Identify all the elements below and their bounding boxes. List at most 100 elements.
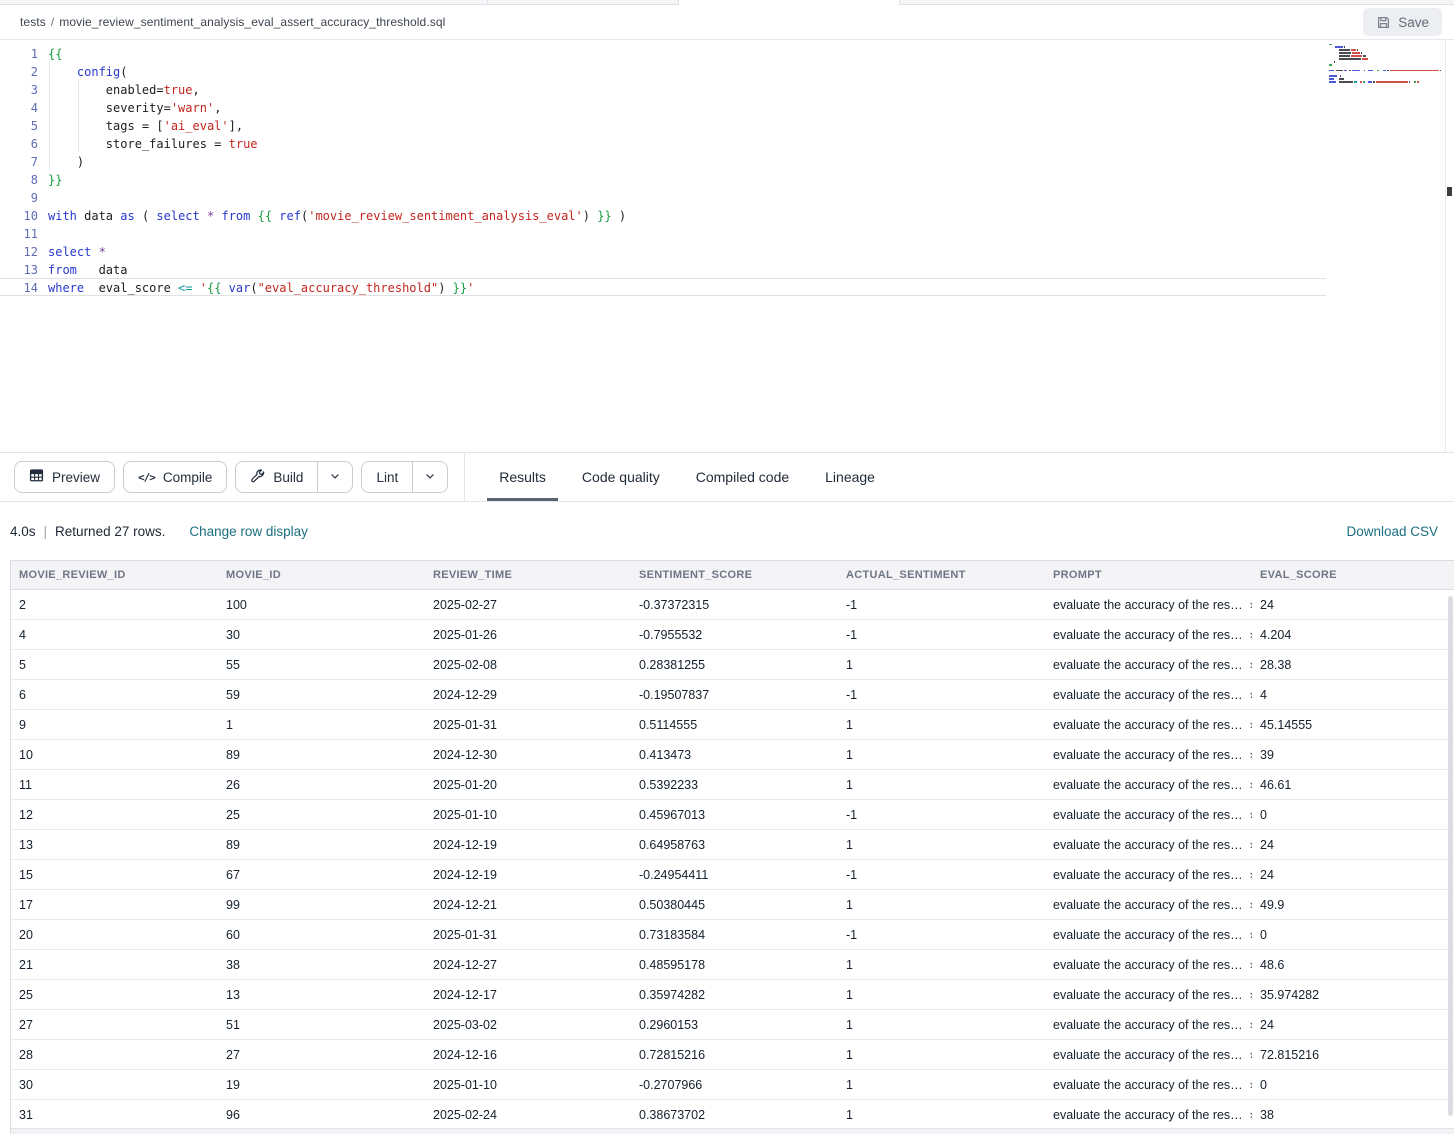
table-cell: 11 — [11, 770, 218, 799]
code-editor[interactable]: 1{{2 config(3 enabled=true,4 severity='w… — [0, 40, 1454, 452]
table-cell: 0.5392233 — [631, 770, 838, 799]
code-token: enabled= — [48, 83, 164, 97]
code-token: , — [214, 101, 221, 115]
prompt-cell: evaluate the accuracy of the res…› — [1045, 890, 1252, 919]
results-vertical-scrollbar[interactable] — [1448, 596, 1453, 1116]
code-line[interactable]: 13from data — [0, 260, 1326, 278]
build-button[interactable]: Build — [236, 462, 317, 492]
table-row: 912025-01-310.51145551evaluate the accur… — [11, 710, 1454, 740]
prompt-text: evaluate the accuracy of the res… — [1053, 748, 1243, 762]
save-button-label: Save — [1398, 15, 1429, 30]
table-cell: 38 — [1252, 1100, 1454, 1129]
build-dropdown-button[interactable] — [317, 462, 352, 492]
table-cell: 25 — [218, 800, 425, 829]
table-cell: 2025-01-10 — [425, 1070, 631, 1099]
code-token — [200, 209, 207, 223]
prompt-text: evaluate the accuracy of the res… — [1053, 778, 1243, 792]
table-cell: -1 — [838, 800, 1045, 829]
table-cell: 1 — [838, 830, 1045, 859]
code-brackets-icon: </> — [138, 471, 155, 484]
line-number: 13 — [0, 261, 38, 279]
save-button[interactable]: Save — [1363, 8, 1442, 36]
table-cell: 2024-12-21 — [425, 890, 631, 919]
results-horizontal-scrollbar[interactable] — [11, 1128, 1454, 1134]
editor-scrollbar-thumb[interactable] — [1447, 187, 1452, 196]
code-token: var — [229, 281, 251, 295]
prompt-text: evaluate the accuracy of the res… — [1053, 1048, 1243, 1062]
line-number: 10 — [0, 207, 38, 225]
code-line[interactable]: 8}} — [0, 170, 1326, 188]
code-line[interactable]: 1{{ — [0, 44, 1326, 62]
lint-button[interactable]: Lint — [362, 462, 412, 492]
table-cell: 72.815216 — [1252, 1040, 1454, 1069]
lint-split-button: Lint — [361, 461, 448, 493]
line-number: 4 — [0, 99, 38, 117]
code-token: select — [156, 209, 199, 223]
tab-label: Code quality — [582, 469, 660, 485]
code-token: "eval_accuracy_threshold" — [258, 281, 439, 295]
tab-compiled-code[interactable]: Compiled code — [678, 453, 807, 501]
code-line[interactable]: 7 ) — [0, 152, 1326, 170]
code-line[interactable]: 4 severity='warn', — [0, 98, 1326, 116]
lint-dropdown-button[interactable] — [412, 462, 447, 492]
code-token: tags = [ — [48, 119, 164, 133]
code-token: from — [221, 209, 250, 223]
table-cell: 27 — [11, 1010, 218, 1039]
table-row: 12252025-01-100.45967013-1evaluate the a… — [11, 800, 1454, 830]
code-token: , — [193, 83, 200, 97]
table-cell: 19 — [218, 1070, 425, 1099]
compile-button[interactable]: </> Compile — [123, 461, 227, 493]
status-separator: | — [44, 524, 48, 539]
code-line[interactable]: 3 enabled=true, — [0, 80, 1326, 98]
table-row: 28272024-12-160.728152161evaluate the ac… — [11, 1040, 1454, 1070]
tab-label: Lineage — [825, 469, 875, 485]
code-line[interactable]: 9 — [0, 188, 1326, 206]
code-line[interactable]: 14where eval_score <= '{{ var("eval_accu… — [0, 278, 1326, 296]
table-cell: 31 — [11, 1100, 218, 1129]
prompt-text: evaluate the accuracy of the res… — [1053, 718, 1243, 732]
line-number: 8 — [0, 171, 38, 189]
table-cell: 100 — [218, 590, 425, 619]
code-line[interactable]: 2 config( — [0, 62, 1326, 80]
download-csv-link[interactable]: Download CSV — [1346, 524, 1444, 539]
code-line[interactable]: 5 tags = ['ai_eval'], — [0, 116, 1326, 134]
table-row: 17992024-12-210.503804451evaluate the ac… — [11, 890, 1454, 920]
code-line[interactable]: 11 — [0, 224, 1326, 242]
table-row: 10892024-12-300.4134731evaluate the accu… — [11, 740, 1454, 770]
code-lines[interactable]: 1{{2 config(3 enabled=true,4 severity='w… — [0, 44, 1326, 296]
tab-lineage[interactable]: Lineage — [807, 453, 893, 501]
table-cell: 5 — [11, 650, 218, 679]
table-cell: 0.38673702 — [631, 1100, 838, 1129]
code-line[interactable]: 10with data as ( select * from {{ ref('m… — [0, 206, 1326, 224]
table-cell: 2025-03-02 — [425, 1010, 631, 1039]
table-cell: -1 — [838, 620, 1045, 649]
code-line[interactable]: 6 store_failures = true — [0, 134, 1326, 152]
code-line[interactable]: 12select * — [0, 242, 1326, 260]
table-cell: 28.38 — [1252, 650, 1454, 679]
chevron-down-icon — [329, 470, 341, 485]
breadcrumb-folder[interactable]: tests — [20, 15, 46, 29]
prompt-cell: evaluate the accuracy of the res…› — [1045, 860, 1252, 889]
line-number: 1 — [0, 45, 38, 63]
table-cell: 2025-02-24 — [425, 1100, 631, 1129]
results-tabs: Results Code quality Compiled code Linea… — [481, 453, 893, 501]
table-cell: 24 — [1252, 1010, 1454, 1039]
minimap[interactable] — [1329, 43, 1444, 83]
table-cell: 2024-12-30 — [425, 740, 631, 769]
change-row-display-link[interactable]: Change row display — [189, 524, 308, 539]
code-token — [445, 281, 452, 295]
row-count-text: Returned 27 rows. — [55, 524, 165, 539]
table-cell: 1 — [838, 1070, 1045, 1099]
prompt-text: evaluate the accuracy of the res… — [1053, 958, 1243, 972]
preview-button[interactable]: Preview — [14, 461, 115, 493]
table-grid-icon — [29, 468, 44, 486]
tab-results[interactable]: Results — [481, 453, 564, 501]
table-cell: -0.19507837 — [631, 680, 838, 709]
tab-code-quality[interactable]: Code quality — [564, 453, 678, 501]
results-header-row: MOVIE_REVIEW_IDMOVIE_IDREVIEW_TIMESENTIM… — [11, 560, 1454, 590]
code-token: true — [229, 137, 258, 151]
prompt-cell: evaluate the accuracy of the res…› — [1045, 1010, 1252, 1039]
code-token: }} — [453, 281, 467, 295]
table-cell: 10 — [11, 740, 218, 769]
column-header-eval_score: EVAL_SCORE — [1252, 561, 1454, 589]
